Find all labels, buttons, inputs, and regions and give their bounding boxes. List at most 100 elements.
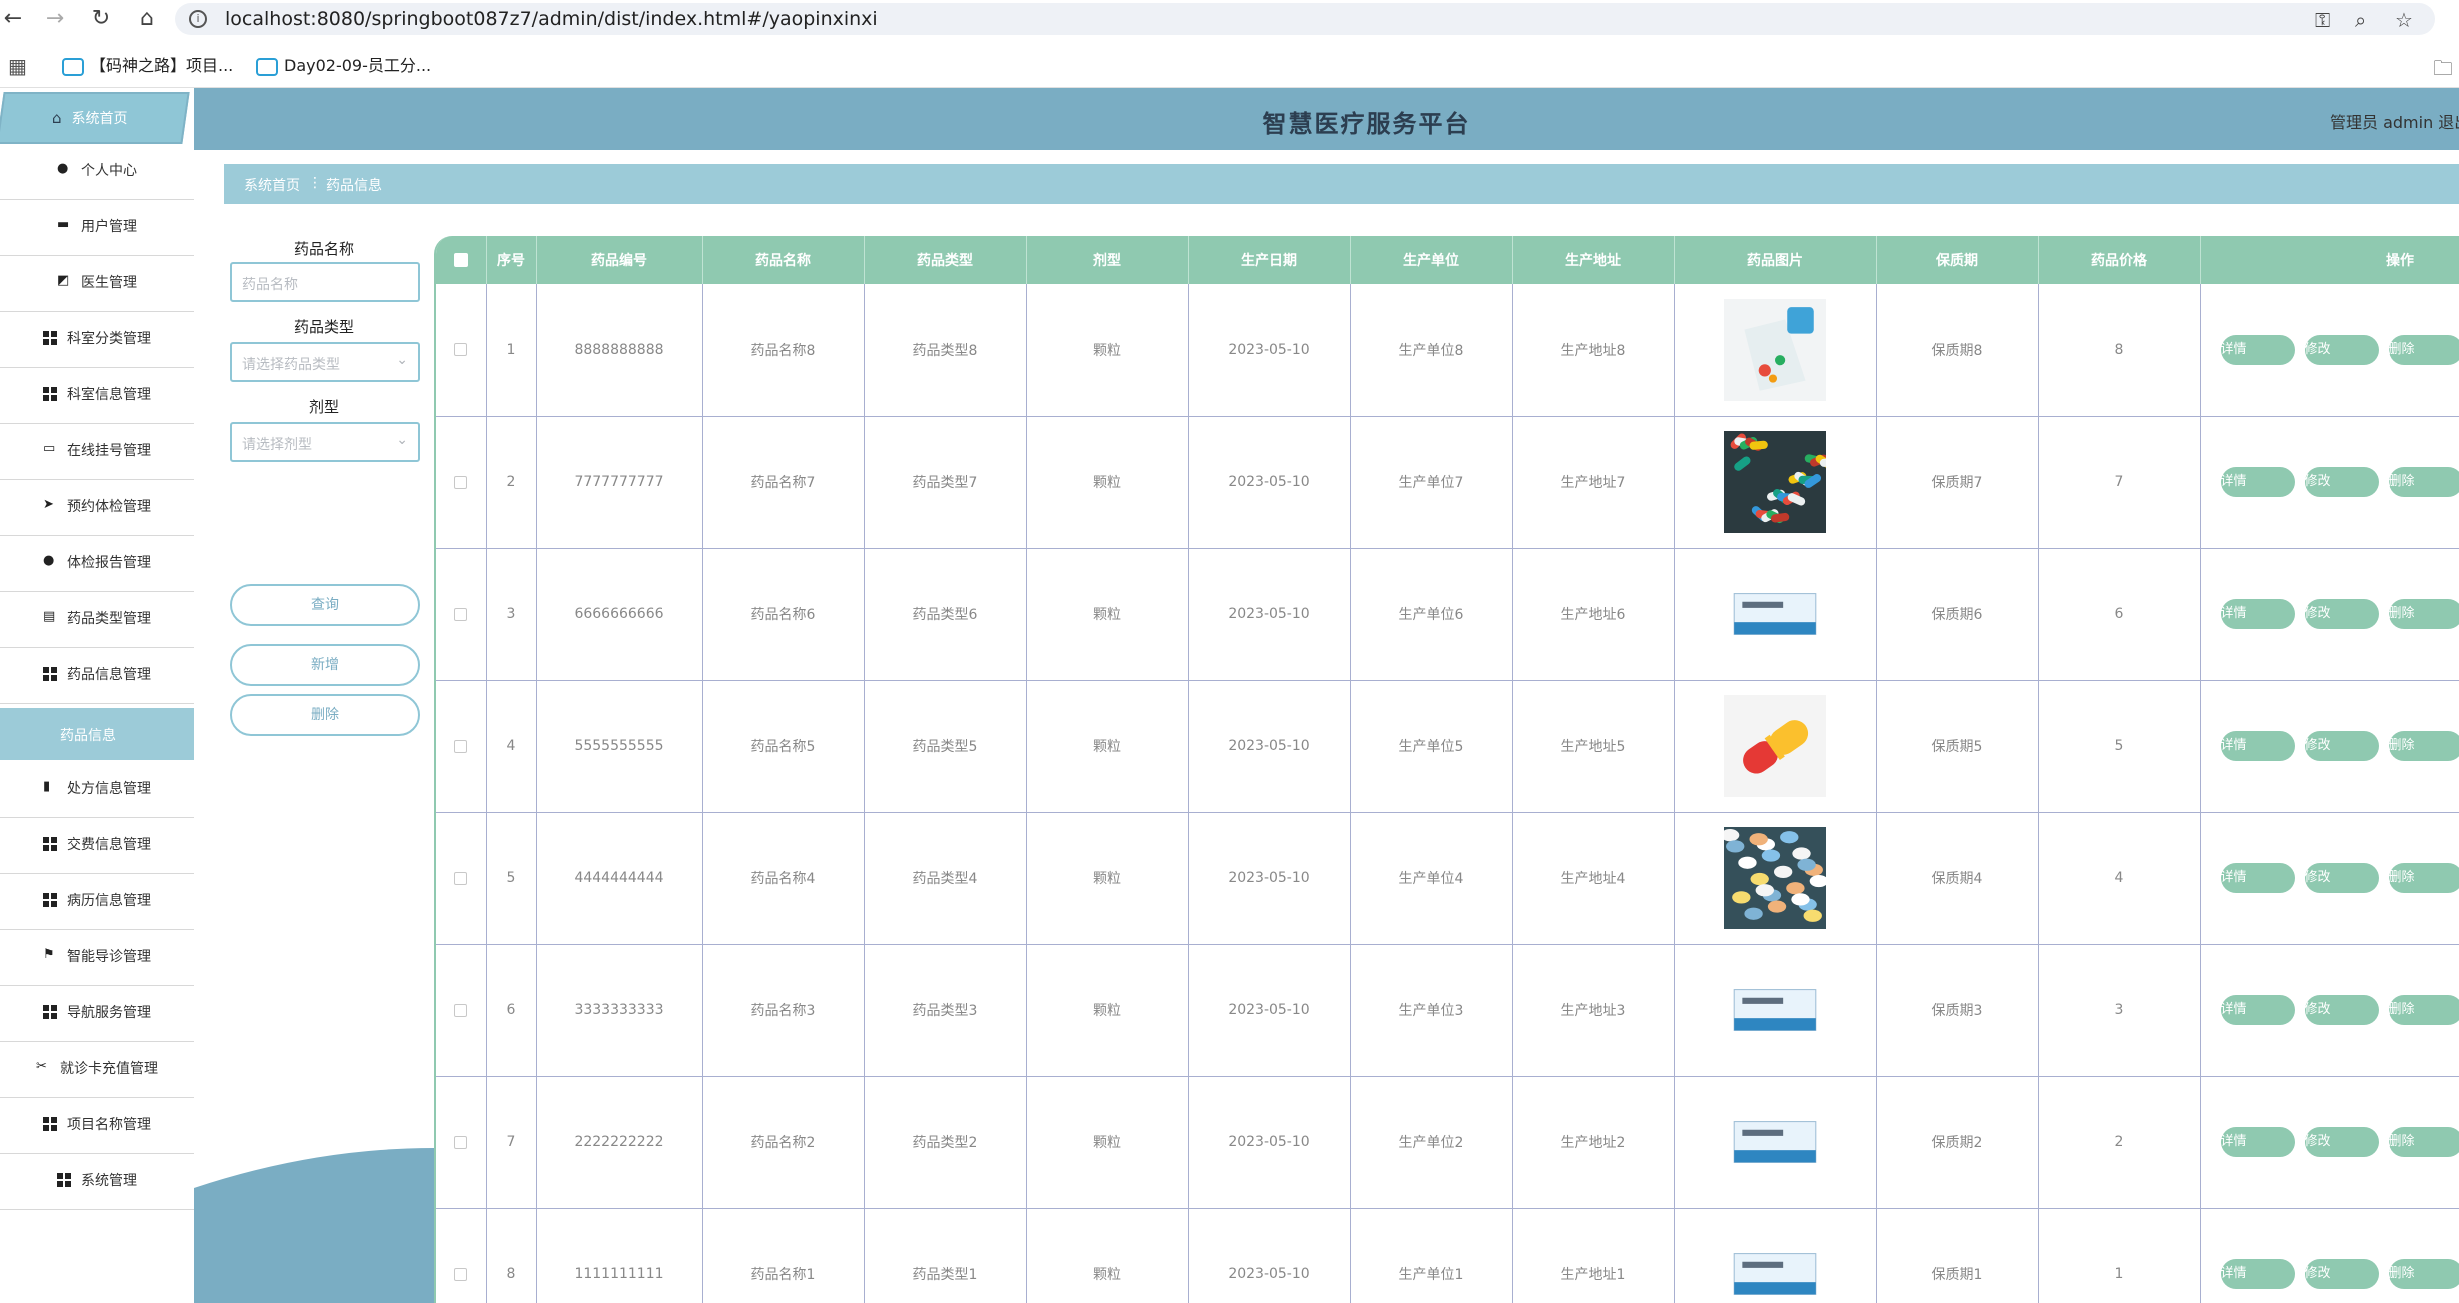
row-checkbox[interactable] — [454, 739, 468, 753]
sidebar-item[interactable]: 导航服务管理 — [0, 986, 194, 1042]
edit-button[interactable]: 修改 — [2304, 1127, 2379, 1157]
detail-button[interactable]: 详情 — [2220, 1127, 2295, 1157]
cell-price: 8 — [2038, 284, 2201, 417]
detail-button[interactable]: 详情 — [2220, 863, 2295, 893]
reload-icon[interactable]: ↻ — [88, 6, 114, 32]
row-checkbox[interactable] — [454, 607, 468, 621]
table-row[interactable]: 1 8888888888 药品名称8 药品类型8 颗粒 2023-05-10 生产单位8 生产… — [436, 284, 2459, 417]
cell-code: 2222222222 — [536, 1076, 703, 1209]
edit-button[interactable]: 修改 — [2304, 467, 2379, 497]
row-select-cell[interactable] — [436, 812, 487, 945]
bookmark-star-icon[interactable]: ☆ — [2395, 8, 2413, 32]
cell-actions: 详情 修改 删除 — [2200, 548, 2459, 681]
row-checkbox[interactable] — [454, 871, 468, 885]
delete-button[interactable]: 删除 — [2388, 731, 2459, 761]
cell-form: 颗粒 — [1026, 284, 1189, 417]
row-select-cell[interactable] — [436, 548, 487, 681]
row-select-cell[interactable] — [436, 1076, 487, 1209]
bookmark-item[interactable]: Day02-09-员工分... — [256, 52, 431, 76]
sidebar-item[interactable]: 病历信息管理 — [0, 874, 194, 930]
sidebar-item[interactable]: ▮ 处方信息管理 — [0, 762, 194, 818]
edit-button[interactable]: 修改 — [2304, 863, 2379, 893]
row-checkbox[interactable] — [454, 475, 468, 489]
row-select-cell[interactable] — [436, 1208, 487, 1303]
select-all-header[interactable] — [436, 236, 487, 284]
cell-unit: 生产单位3 — [1350, 944, 1513, 1077]
row-select-cell[interactable] — [436, 284, 487, 417]
briefcase-icon: ▭ — [43, 441, 56, 456]
row-select-cell[interactable] — [436, 680, 487, 813]
cell-addr: 生产地址3 — [1512, 944, 1675, 1077]
row-checkbox[interactable] — [454, 1003, 468, 1017]
dosage-form-select[interactable]: 请选择剂型 ⌄ — [230, 422, 420, 462]
sidebar-item[interactable]: ▭ 在线挂号管理 — [0, 424, 194, 480]
edit-button[interactable]: 修改 — [2304, 1259, 2379, 1289]
cell-form: 颗粒 — [1026, 1076, 1189, 1209]
add-button[interactable]: 新增 — [230, 644, 420, 686]
row-select-cell[interactable] — [436, 416, 487, 549]
sidebar-item[interactable]: 交费信息管理 — [0, 818, 194, 874]
user-info[interactable]: 管理员 admin 退出 — [2330, 109, 2459, 133]
delete-button[interactable]: 删除 — [2388, 599, 2459, 629]
query-button[interactable]: 查询 — [230, 584, 420, 626]
password-key-icon[interactable]: ⚿ — [2315, 8, 2330, 32]
sidebar-item[interactable]: ◩ 医生管理 — [0, 256, 194, 312]
zoom-icon[interactable]: ⌕ — [2355, 8, 2366, 32]
detail-button[interactable]: 详情 — [2220, 467, 2295, 497]
row-checkbox[interactable] — [454, 343, 468, 357]
table-row[interactable]: 5 4444444444 药品名称4 药品类型4 颗粒 2023-05-10 生产单位4 生产… — [436, 812, 2459, 945]
detail-button[interactable]: 详情 — [2220, 334, 2295, 365]
delete-button[interactable]: 删除 — [2388, 334, 2459, 365]
sidebar-item[interactable]: ➤ 预约体检管理 — [0, 480, 194, 536]
forward-icon[interactable]: → — [42, 6, 68, 32]
detail-button[interactable]: 详情 — [2220, 995, 2295, 1025]
delete-button[interactable]: 删除 — [2388, 1127, 2459, 1157]
cell-unit: 生产单位6 — [1350, 548, 1513, 681]
sidebar-item[interactable]: 科室分类管理 — [0, 312, 194, 368]
edit-button[interactable]: 修改 — [2304, 599, 2379, 629]
row-checkbox[interactable] — [454, 1135, 468, 1149]
edit-button[interactable]: 修改 — [2304, 731, 2379, 761]
sidebar-item[interactable]: ▬ 用户管理 — [0, 200, 194, 256]
address-bar[interactable]: i localhost:8080/springboot087z7/admin/d… — [175, 3, 2435, 35]
table-row[interactable]: 8 1111111111 药品名称1 药品类型1 颗粒 2023-05-10 生产单位1 生产… — [436, 1208, 2459, 1303]
site-info-icon[interactable]: i — [189, 10, 207, 28]
table-row[interactable]: 3 6666666666 药品名称6 药品类型6 颗粒 2023-05-10 生产单位6 生产… — [436, 548, 2459, 681]
detail-button[interactable]: 详情 — [2220, 731, 2295, 761]
table-row[interactable]: 7 2222222222 药品名称2 药品类型2 颗粒 2023-05-10 生产单位2 生产… — [436, 1076, 2459, 1209]
drug-table: 序号 药品编号 药品名称 药品类型 剂型 生产日期 生产单位 生产地址 药品图片… — [436, 236, 2459, 1303]
delete-button[interactable]: 删除 — [2388, 863, 2459, 893]
sidebar-item[interactable]: 系统管理 — [0, 1154, 194, 1210]
sidebar-item[interactable]: 药品信息管理 — [0, 648, 194, 704]
bookmark-item[interactable]: 【码神之路】项目... — [62, 52, 233, 76]
detail-button[interactable]: 详情 — [2220, 599, 2295, 629]
sidebar-item[interactable]: ▤ 药品类型管理 — [0, 592, 194, 648]
drug-type-select[interactable]: 请选择药品类型 ⌄ — [230, 342, 420, 382]
sidebar-item[interactable]: ● 体检报告管理 — [0, 536, 194, 592]
sidebar-item[interactable]: ⚑ 智能导诊管理 — [0, 930, 194, 986]
row-select-cell[interactable] — [436, 944, 487, 1077]
breadcrumb-home[interactable]: 系统首页 — [244, 175, 300, 195]
sidebar-item[interactable]: 项目名称管理 — [0, 1098, 194, 1154]
detail-button[interactable]: 详情 — [2220, 1259, 2295, 1289]
table-row[interactable]: 4 5555555555 药品名称5 药品类型5 颗粒 2023-05-10 生产单位5 生产… — [436, 680, 2459, 813]
delete-button[interactable]: 删除 — [2388, 995, 2459, 1025]
select-all-checkbox[interactable] — [453, 253, 468, 267]
edit-button[interactable]: 修改 — [2304, 334, 2379, 365]
home-icon[interactable]: ⌂ — [134, 6, 160, 32]
sidebar-item[interactable]: ● 个人中心 — [0, 144, 194, 200]
back-icon[interactable]: ← — [0, 6, 26, 32]
delete-button[interactable]: 删除 — [2388, 467, 2459, 497]
sidebar-item[interactable]: 科室信息管理 — [0, 368, 194, 424]
batch-delete-button[interactable]: 删除 — [230, 694, 420, 736]
delete-button[interactable]: 删除 — [2388, 1259, 2459, 1289]
sidebar-subitem-active[interactable]: 药品信息 — [0, 708, 194, 760]
folder-icon[interactable]: 🗀 — [2433, 54, 2453, 88]
table-row[interactable]: 2 7777777777 药品名称7 药品类型7 颗粒 2023-05-10 生产单位7 生产… — [436, 416, 2459, 549]
apps-icon[interactable]: ▦ — [8, 54, 27, 78]
table-row[interactable]: 6 3333333333 药品名称3 药品类型3 颗粒 2023-05-10 生产单位3 生产… — [436, 944, 2459, 1077]
drug-name-input[interactable]: 药品名称 — [230, 262, 420, 302]
edit-button[interactable]: 修改 — [2304, 995, 2379, 1025]
sidebar-item[interactable]: ✂ 就诊卡充值管理 — [0, 1042, 194, 1098]
row-checkbox[interactable] — [454, 1267, 468, 1281]
